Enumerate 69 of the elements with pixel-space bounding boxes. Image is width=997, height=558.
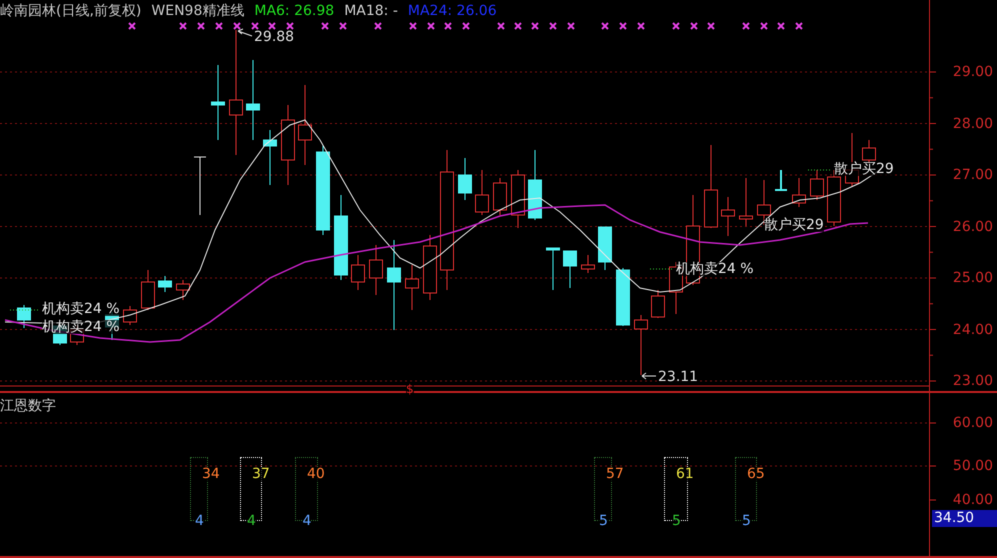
gann-number: 65 [747, 467, 765, 481]
candlestick [862, 140, 876, 164]
candlestick [739, 178, 753, 226]
arrow-icon [642, 372, 656, 380]
current-value-badge: 34.50 [932, 510, 997, 527]
candlestick [194, 156, 206, 216]
signal-label: 散户买29 [834, 162, 894, 176]
price-label: 29.88 [254, 30, 294, 44]
axis-label: 26.00 [952, 218, 993, 234]
candlestick [721, 196, 735, 236]
gann-number: 5 [742, 514, 751, 528]
candlestick [546, 248, 560, 290]
candlestick [158, 276, 172, 292]
axis-label: 40.00 [952, 492, 993, 508]
gann-number: 4 [247, 514, 256, 528]
candlestick [810, 170, 824, 200]
axis-label: 29.00 [952, 64, 993, 80]
candlestick [141, 270, 155, 310]
gann-number: 4 [302, 514, 312, 528]
candlestick [423, 234, 437, 300]
candlestick [369, 244, 383, 296]
candlestick [563, 250, 577, 288]
moving-average-value: MA18: - [344, 3, 398, 19]
candlestick [493, 178, 507, 216]
signal-label: 机构卖24 % [42, 302, 120, 316]
gann-number: 57 [606, 467, 624, 481]
candlestick [475, 170, 489, 216]
candlestick [176, 280, 190, 300]
panel-title: 江恩数字 [0, 399, 56, 413]
gann-number: 34 [202, 467, 220, 481]
candlestick [458, 158, 472, 200]
signal-label: 机构卖24 % [42, 320, 120, 334]
signal-leader-line [650, 268, 674, 270]
axis-label: 50.00 [952, 458, 993, 474]
signal-label: 机构卖24 % [676, 262, 754, 276]
axis-label: 25.00 [952, 270, 993, 286]
gann-number: 37 [252, 467, 270, 481]
chart-title: 岭南园林(日线,前复权) [0, 2, 142, 20]
gann-number: 4 [195, 514, 204, 528]
axis-label: 27.00 [952, 167, 993, 183]
candlestick [616, 268, 630, 326]
candlestick [123, 306, 137, 326]
axis-label: 24.00 [952, 322, 993, 338]
moving-average-value: MA24: 26.06 [408, 3, 497, 19]
candlestick [405, 264, 419, 310]
candlestick [263, 130, 277, 186]
gann-number: 5 [599, 514, 608, 528]
candlestick [651, 290, 665, 318]
candlestick [351, 254, 365, 290]
signal-label: 散户买29 [764, 218, 824, 232]
gann-number: 61 [676, 467, 694, 481]
indicator-name: WEN98精准线 [151, 2, 244, 20]
candlestick [598, 226, 612, 270]
axis-label: 23.00 [952, 373, 993, 389]
candlestick [634, 314, 648, 376]
arrow-icon [238, 28, 252, 36]
candlestick [17, 304, 31, 328]
candlestick [774, 169, 788, 192]
gann-number: 5 [672, 514, 681, 528]
candlestick [511, 170, 525, 228]
axis-label: 60.00 [952, 415, 993, 431]
candlestick [528, 150, 542, 220]
price-label: 23.11 [658, 370, 698, 384]
moving-average-value: MA6: 26.98 [254, 3, 334, 19]
candlestick [792, 178, 806, 208]
gann-number: 40 [307, 467, 325, 481]
signal-mark: $ [406, 383, 414, 395]
axis-label: 28.00 [952, 116, 993, 132]
candlestick [581, 254, 595, 274]
